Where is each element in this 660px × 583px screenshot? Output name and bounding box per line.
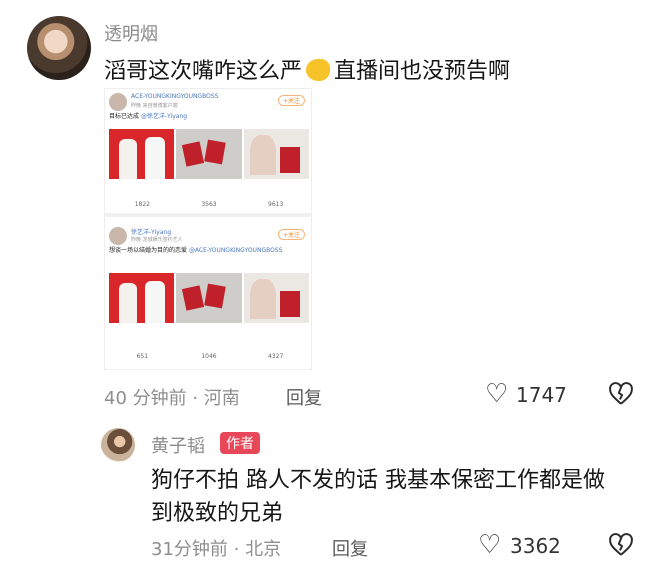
post-stats: 651 1046 4327 [109, 353, 309, 360]
commenter-avatar[interactable] [27, 16, 91, 80]
embedded-post-2: 徐艺洋-Yiyang 昨晚 龙城娱乐签约艺人 +关注 想谈一场以结婚为目的的恋爱… [105, 221, 311, 369]
heart-outline-icon[interactable]: ♡ [478, 532, 501, 558]
like-count: 9613 [268, 201, 284, 208]
embedded-post-1: ACE-YOUNGKINGYOUNGBOSS 昨晚 来自微博客户端 +关注 目标… [105, 89, 311, 217]
broken-heart-svg [609, 382, 633, 405]
post-mention: @徐艺洋-Yiyang [140, 113, 188, 120]
broken-heart-icon[interactable] [608, 381, 634, 412]
muscle-emoji-icon [306, 59, 331, 81]
post-avatar [109, 93, 127, 111]
photo-certificates [176, 273, 242, 323]
author-avatar[interactable] [101, 428, 135, 462]
photo-couple [109, 129, 175, 179]
follow-button: +关注 [277, 95, 305, 106]
post-photos [109, 129, 309, 179]
comment-count: 1046 [201, 353, 217, 360]
post-subtitle: 昨晚 龙城娱乐签约艺人 [131, 237, 183, 243]
photo-selfie [243, 273, 309, 323]
like-count: 4327 [268, 353, 284, 360]
commenter-username[interactable]: 透明烟 [104, 20, 158, 46]
like-count: 3362 [510, 534, 561, 558]
reply-text: 狗仔不拍 路人不发的话 我基本保密工作都是做到极致的兄弟 [151, 468, 605, 526]
post-text: 想谈一场以结婚为目的的恋爱 @ACE-YOUNGKINGYOUNGBOSS [109, 247, 309, 255]
repost-count: 1822 [134, 201, 150, 208]
post-avatar [109, 227, 127, 245]
post-author: ACE-YOUNGKINGYOUNGBOSS [131, 93, 219, 100]
comment-meta: 40 分钟前 · 河南 [104, 388, 240, 409]
reply-meta: 31分钟前 · 北京 [151, 539, 282, 560]
post-text-body: 想谈一场以结婚为目的的恋爱 [109, 247, 188, 254]
broken-heart-icon[interactable] [608, 532, 634, 563]
post-author: 徐艺洋-Yiyang [131, 229, 172, 236]
comment-count: 3563 [201, 201, 217, 208]
author-username[interactable]: 黄子韬 [151, 432, 205, 458]
heart-outline-icon[interactable]: ♡ [485, 381, 508, 407]
follow-button: +关注 [277, 229, 305, 240]
comment-text: 滔哥这次嘴咋这么严 直播间也没预告啊 [104, 55, 644, 88]
photo-couple [109, 273, 175, 323]
broken-heart-svg [609, 533, 633, 556]
post-photos [109, 273, 309, 323]
reply-button[interactable]: 回复 [286, 384, 322, 410]
photo-selfie [243, 129, 309, 179]
repost-count: 651 [136, 353, 149, 360]
post-text-body: 目标已达成 [109, 113, 140, 120]
comment-text-part2: 直播间也没预告啊 [334, 59, 511, 84]
comment-image[interactable]: ACE-YOUNGKINGYOUNGBOSS 昨晚 来自微博客户端 +关注 目标… [104, 88, 312, 370]
post-subtitle: 昨晚 来自微博客户端 [131, 103, 178, 109]
author-badge: 作者 [220, 432, 260, 454]
comment-text-part1: 滔哥这次嘴咋这么严 [104, 59, 303, 84]
like-count: 1747 [516, 383, 567, 407]
post-text: 目标已达成 @徐艺洋-Yiyang [109, 113, 309, 121]
post-mention: @ACE-YOUNGKINGYOUNGBOSS [188, 247, 283, 254]
photo-certificates [176, 129, 242, 179]
post-stats: 1822 3563 9613 [109, 201, 309, 208]
reply-button[interactable]: 回复 [332, 535, 368, 561]
